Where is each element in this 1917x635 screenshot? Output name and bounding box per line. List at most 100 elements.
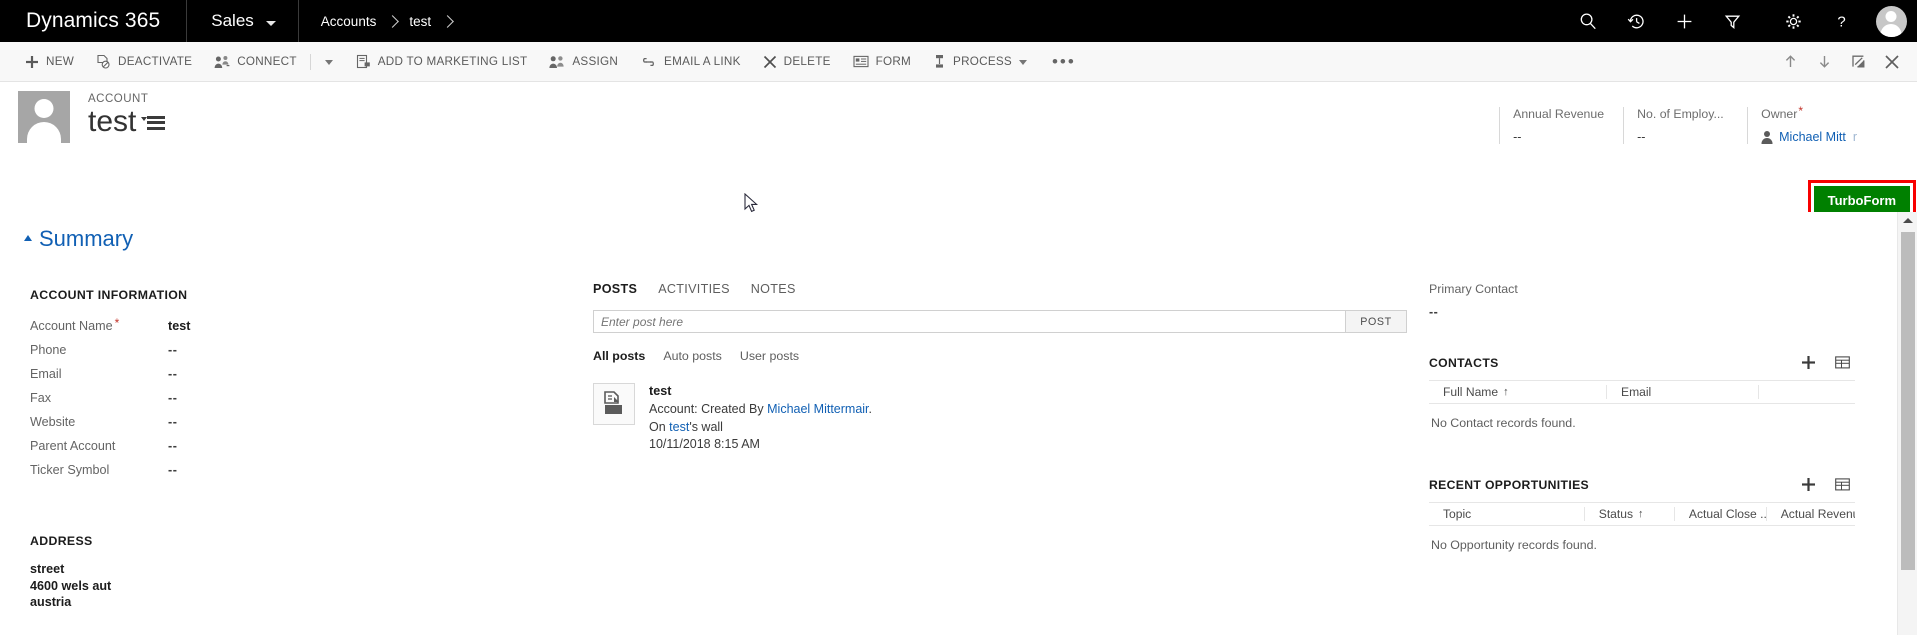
owner-name-truncated: r	[1852, 130, 1857, 144]
advanced-filter-icon[interactable]	[1708, 0, 1756, 42]
primary-contact-label: Primary Contact	[1429, 282, 1518, 296]
avatar[interactable]	[1865, 0, 1917, 42]
recent-history-icon[interactable]	[1612, 0, 1660, 42]
command-overflow-button[interactable]: •••	[1038, 53, 1090, 70]
process-button[interactable]: PROCESS	[922, 42, 1038, 82]
email-a-link-label: EMAIL A LINK	[664, 55, 741, 68]
field-value-ticker-symbol[interactable]: --	[168, 463, 177, 477]
avatar-image	[1875, 5, 1907, 37]
gear-icon[interactable]	[1769, 0, 1817, 42]
contacts-subgrid-header: CONTACTS	[1429, 355, 1855, 370]
header-field-label: Annual Revenue	[1513, 107, 1605, 121]
summary-section-header[interactable]: Summary	[24, 226, 1917, 252]
filter-all-posts[interactable]: All posts	[593, 349, 645, 363]
column-header-status[interactable]: Status ↑	[1585, 507, 1675, 521]
field-value-account-name[interactable]: test	[168, 319, 190, 333]
column-header-blank[interactable]	[1759, 385, 1855, 399]
chevron-right-icon	[441, 14, 454, 28]
column-header-topic[interactable]: Topic	[1429, 507, 1585, 521]
connect-dropdown-button[interactable]	[313, 42, 345, 82]
header-field-label: Owner*	[1761, 104, 1804, 121]
column-header-actual-revenue[interactable]: Actual Revenu..	[1767, 507, 1855, 521]
post-timestamp: 10/11/2018 8:15 AM	[649, 437, 760, 451]
opportunities-subgrid: Topic Status ↑ Actual Close ... Actual Re…	[1429, 502, 1855, 552]
field-value-fax[interactable]: --	[168, 391, 177, 405]
popout-window-button[interactable]	[1841, 42, 1875, 82]
deactivate-icon	[96, 54, 111, 69]
vertical-scrollbar[interactable]	[1897, 212, 1917, 635]
post-input[interactable]	[593, 310, 1345, 333]
field-value-website[interactable]: --	[168, 415, 177, 429]
previous-record-up-button[interactable]	[1773, 42, 1807, 82]
next-record-down-button[interactable]	[1807, 42, 1841, 82]
connect-button[interactable]: CONNECT	[203, 42, 308, 82]
close-record-button[interactable]	[1875, 42, 1909, 82]
post-wall-link[interactable]: test	[669, 420, 689, 434]
deactivate-button[interactable]: DEACTIVATE	[85, 42, 203, 82]
field-row-parent-account: Parent Account --	[30, 439, 585, 463]
field-row-account-name: Account Name * test	[30, 316, 585, 343]
account-record-icon	[593, 383, 635, 425]
quick-create-plus-icon[interactable]	[1660, 0, 1708, 42]
post-submit-button[interactable]: POST	[1345, 310, 1407, 333]
form-button[interactable]: FORM	[842, 42, 922, 82]
field-value-phone[interactable]: --	[168, 343, 177, 357]
open-contacts-grid-icon[interactable]	[1829, 356, 1855, 369]
contacts-subgrid-title: CONTACTS	[1429, 355, 1499, 370]
assign-people-icon	[549, 55, 565, 69]
tab-posts[interactable]: POSTS	[593, 282, 637, 296]
field-value-parent-account[interactable]: --	[168, 439, 177, 453]
column-header-actual-close-date[interactable]: Actual Close ...	[1675, 507, 1767, 521]
open-opportunities-grid-icon[interactable]	[1829, 478, 1855, 491]
column-header-email[interactable]: Email	[1607, 385, 1759, 399]
header-field-value-owner[interactable]: Michael Mitt r	[1761, 130, 1857, 144]
post-body: Account: Created By Michael Mittermair.	[649, 402, 873, 416]
header-field-owner[interactable]: Owner* Michael Mitt r	[1747, 104, 1873, 144]
app-switcher-sales[interactable]: Sales	[187, 0, 299, 42]
contacts-subgrid: Full Name ↑ Email No Contact records foun…	[1429, 380, 1855, 430]
help-question-icon[interactable]: ?	[1817, 0, 1865, 42]
search-icon[interactable]	[1564, 0, 1612, 42]
record-name-row: test	[88, 105, 166, 138]
header-field-no-of-employees[interactable]: No. of Employ... --	[1623, 107, 1747, 144]
contacts-grid-header-row: Full Name ↑ Email	[1429, 380, 1855, 404]
post-author-link[interactable]: Michael Mittermair	[767, 402, 868, 416]
assign-button[interactable]: ASSIGN	[538, 42, 629, 82]
address-block[interactable]: street 4600 wels aut austria	[30, 561, 585, 611]
address-line: street	[30, 562, 65, 576]
primary-contact-value[interactable]: --	[1429, 305, 1855, 319]
opportunities-grid-header-row: Topic Status ↑ Actual Close ... Actual Re…	[1429, 502, 1855, 526]
add-contact-button[interactable]	[1795, 355, 1821, 370]
scroll-up-arrow-icon[interactable]	[1898, 212, 1917, 228]
form-columns: ACCOUNT INFORMATION Account Name * test P…	[0, 252, 1917, 611]
breadcrumb-item-accounts[interactable]: Accounts	[321, 14, 377, 29]
filter-auto-posts[interactable]: Auto posts	[663, 349, 722, 363]
field-row-website: Website --	[30, 415, 585, 439]
breadcrumb: Accounts test	[299, 0, 468, 42]
email-a-link-button[interactable]: EMAIL A LINK	[629, 42, 752, 82]
tab-activities[interactable]: ACTIVITIES	[658, 282, 730, 296]
add-opportunity-button[interactable]	[1795, 477, 1821, 492]
vertical-scroll-thumb[interactable]	[1901, 232, 1915, 570]
field-label: Fax	[30, 391, 51, 405]
assign-button-label: ASSIGN	[572, 55, 619, 68]
command-bar: NEW DEACTIVATE CONNECT ADD TO MARKETING …	[0, 42, 1917, 82]
form-selector-icon[interactable]	[141, 115, 166, 138]
add-to-marketing-list-button[interactable]: ADD TO MARKETING LIST	[345, 42, 539, 82]
new-button[interactable]: NEW	[14, 42, 85, 82]
breadcrumb-item-test[interactable]: test	[409, 14, 431, 29]
field-row-fax: Fax --	[30, 391, 585, 415]
header-field-annual-revenue[interactable]: Annual Revenue --	[1499, 107, 1623, 144]
filter-user-posts[interactable]: User posts	[740, 349, 799, 363]
tab-notes[interactable]: NOTES	[751, 282, 796, 296]
plus-icon	[25, 55, 39, 69]
delete-button[interactable]: DELETE	[752, 42, 842, 82]
account-entity-image[interactable]	[18, 91, 70, 143]
page-title: test	[88, 105, 137, 138]
owner-name-link[interactable]: Michael Mitt	[1779, 130, 1846, 144]
field-value-email[interactable]: --	[168, 367, 177, 381]
marketing-list-icon	[356, 54, 371, 69]
column-header-full-name[interactable]: Full Name ↑	[1429, 385, 1607, 399]
add-to-marketing-list-label: ADD TO MARKETING LIST	[377, 55, 528, 68]
